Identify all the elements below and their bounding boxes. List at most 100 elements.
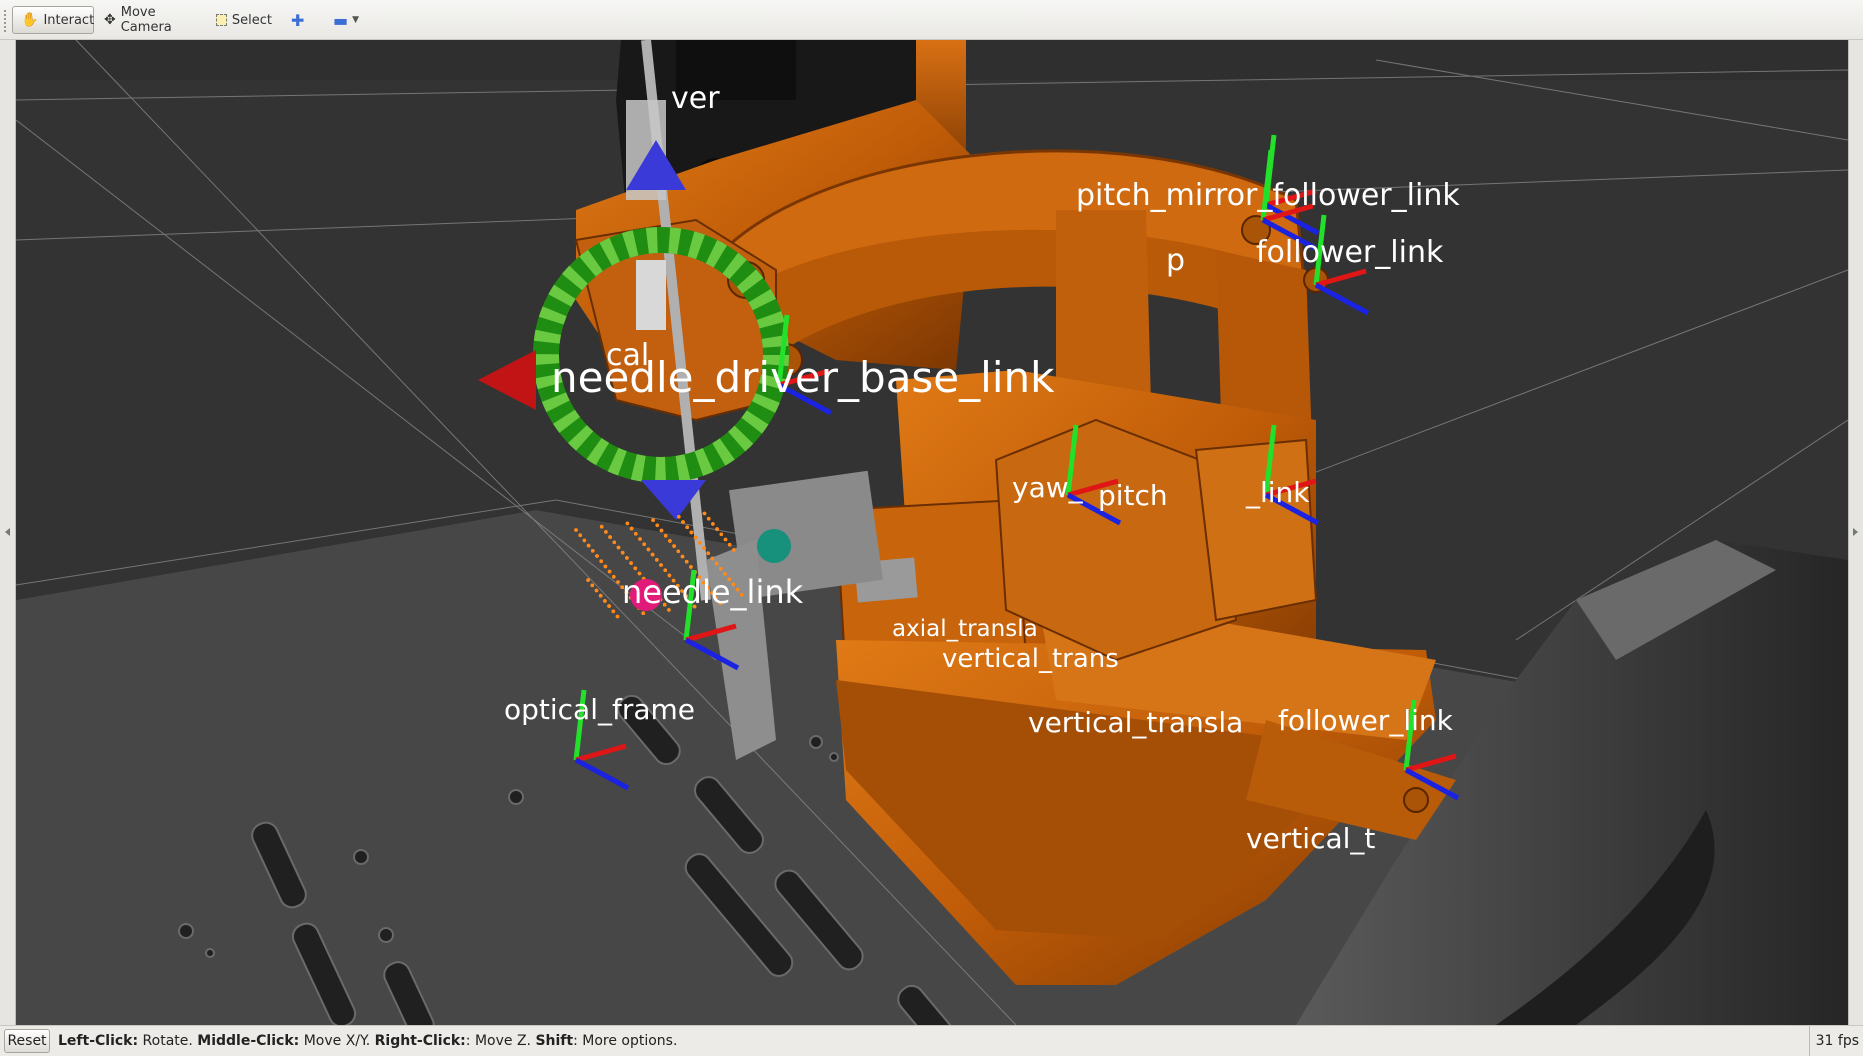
point-cloud-dot [676, 549, 681, 554]
point-cloud-dot [650, 552, 655, 557]
point-cloud-dot [582, 538, 587, 543]
point-cloud-dot [641, 611, 645, 615]
3d-render-viewport[interactable]: ver pitch_mirror_follower_link p followe… [16, 40, 1848, 1025]
point-cloud-dot [655, 523, 660, 528]
tf-label-pitch: pitch [1098, 479, 1168, 512]
point-cloud-dot [677, 515, 681, 519]
point-cloud-dot [723, 537, 728, 542]
tf-label-vertical-t: vertical_t [1246, 822, 1375, 855]
point-cloud-dot [611, 609, 616, 614]
help-left-click-action: Rotate. [138, 1033, 198, 1049]
point-cloud-dot [689, 565, 693, 569]
point-cloud-dot [715, 527, 719, 531]
select-tool-button[interactable]: Select [208, 6, 280, 34]
tf-label-pitch-mirror-follower: pitch_mirror_follower_link [1076, 178, 1460, 213]
point-cloud-dot [634, 532, 638, 536]
point-cloud-dot [578, 533, 582, 537]
point-cloud-dot [646, 547, 651, 552]
scene-svg: ver pitch_mirror_follower_link p followe… [16, 40, 1848, 1025]
point-cloud-dot [607, 569, 612, 574]
point-cloud-dot [595, 554, 599, 558]
point-cloud-dot [659, 563, 663, 567]
point-cloud-dot [702, 511, 707, 516]
status-bar: Reset Left-Click: Rotate. Middle-Click: … [0, 1025, 1863, 1056]
toolbar: ✋ Interact ✥ Move Camera Select ✚ ▬ ▼ [0, 0, 1863, 40]
point-cloud-dot [616, 580, 620, 584]
point-cloud-dot [668, 539, 672, 543]
tf-label-ver: ver [671, 81, 720, 116]
point-cloud-dot [651, 518, 655, 522]
point-cloud-dot [586, 543, 591, 548]
mouse-help-text: Left-Click: Rotate. Middle-Click: Move X… [58, 1033, 677, 1049]
fps-counter: 31 fps [1808, 1026, 1863, 1056]
tf-label-needle-link: needle_link [622, 573, 804, 611]
interact-tool-label: Interact [43, 12, 95, 28]
tf-label-vertical-trans: vertical_trans [942, 644, 1119, 674]
point-cloud-dot [727, 542, 732, 547]
point-cloud-dot [689, 530, 694, 535]
point-cloud-dot [642, 542, 646, 546]
point-cloud-dot [603, 564, 608, 569]
move-camera-tool-button[interactable]: ✥ Move Camera [96, 5, 206, 35]
point-cloud-dot [594, 588, 599, 593]
point-cloud-dot [684, 559, 689, 564]
help-left-click-key: Left-Click: [58, 1033, 139, 1049]
point-cloud-dot [604, 530, 608, 534]
reset-button[interactable]: Reset [4, 1029, 50, 1053]
point-cloud-dot [615, 614, 620, 619]
tf-label-vertical-transla: vertical_transla [1028, 706, 1243, 739]
add-tool-button[interactable]: ✚ [283, 6, 315, 34]
point-cloud-dot [599, 559, 603, 563]
point-cloud-dot [693, 535, 698, 540]
remove-tool-button[interactable]: ▬ ▼ [325, 6, 369, 34]
point-cloud-dot [706, 516, 711, 521]
collapse-left-arrow-icon[interactable] [5, 528, 10, 536]
point-cloud-dot [612, 540, 617, 545]
plus-icon: ✚ [291, 10, 305, 30]
point-cloud-dot [714, 561, 719, 566]
point-cloud-dot [625, 556, 629, 560]
help-right-click-key: Right-Click: [374, 1033, 466, 1049]
point-cloud-dot [685, 525, 689, 529]
point-cloud-dot [629, 526, 634, 531]
point-cloud-dot [629, 561, 633, 565]
point-cloud-dot [607, 604, 611, 608]
point-cloud-dot [598, 593, 603, 598]
point-cloud-dot [663, 533, 668, 538]
point-cloud-dot [732, 548, 736, 552]
point-cloud-dot [586, 578, 590, 582]
tf-label-axial-transla: axial_transla [892, 616, 1038, 642]
minus-icon: ▬ [333, 10, 349, 30]
tf-label-p: p [1166, 243, 1185, 278]
point-cloud-dot [655, 558, 659, 562]
collapse-right-arrow-icon[interactable] [1853, 528, 1858, 536]
tf-label-follower-link-top: follower_link [1256, 235, 1444, 270]
point-cloud-dot [663, 568, 667, 572]
point-cloud-dot [711, 522, 715, 526]
help-shift-action: : More options. [573, 1033, 678, 1049]
help-middle-click-key: Middle-Click: [197, 1033, 300, 1049]
point-cloud-dot [574, 528, 578, 532]
move-camera-icon: ✥ [104, 12, 116, 28]
target-sphere-teal [757, 529, 791, 563]
point-cloud-dot [672, 544, 676, 548]
point-cloud-dot [599, 524, 604, 529]
point-cloud-dot [659, 528, 664, 533]
tf-label-follower-link-bottom: follower_link [1278, 704, 1454, 737]
select-tool-label: Select [231, 12, 272, 28]
tf-label-link: _link [1245, 476, 1310, 509]
point-cloud-dot [719, 532, 724, 537]
point-cloud-dot [612, 575, 616, 579]
tf-label-needle-driver-base-link: needle_driver_base_link [551, 353, 1055, 402]
help-middle-click-action: Move X/Y. [299, 1033, 375, 1049]
help-shift-key: Shift [535, 1033, 574, 1049]
point-cloud-dot [680, 554, 685, 559]
tf-label-optical-frame: optical_frame [504, 693, 695, 726]
point-cloud-dot [591, 549, 595, 553]
interact-tool-button[interactable]: ✋ Interact [12, 6, 94, 34]
point-cloud-dot [608, 535, 612, 539]
point-cloud-dot [681, 520, 685, 524]
hand-icon: ✋ [21, 12, 39, 28]
point-cloud-dot [590, 583, 595, 588]
toolbar-grip[interactable] [4, 10, 9, 32]
